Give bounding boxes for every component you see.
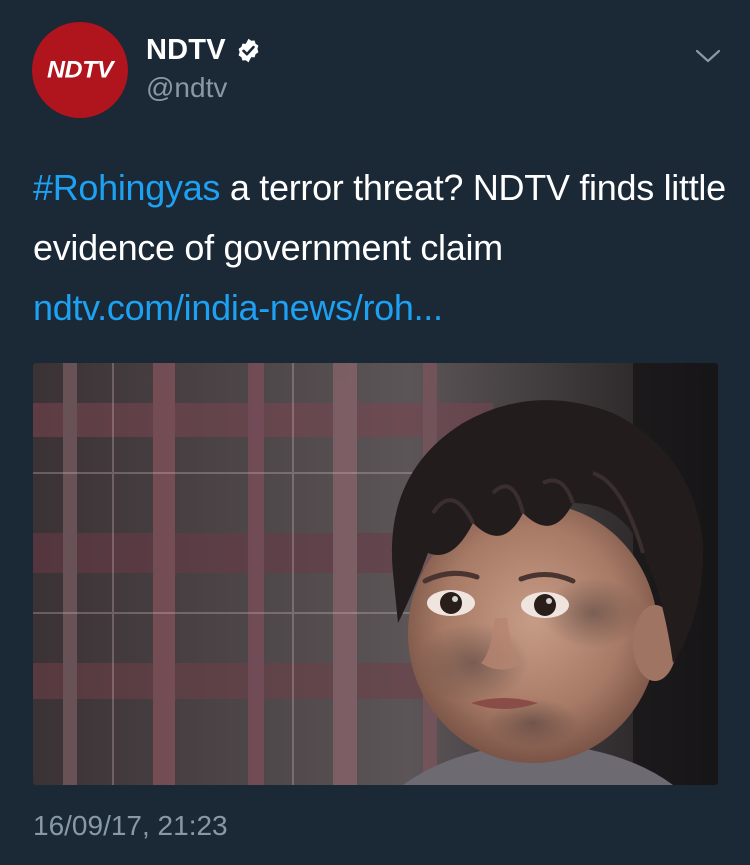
handle[interactable]: @ndtv: [146, 72, 227, 104]
author-name-row[interactable]: NDTV: [146, 34, 262, 67]
avatar[interactable]: NDTV: [32, 22, 128, 118]
tweet-text: #Rohingyas a terror threat? NDTV finds l…: [33, 158, 733, 338]
article-link[interactable]: ndtv.com/india-news/roh...: [33, 278, 733, 338]
verified-badge-icon: [238, 38, 259, 63]
hashtag-link[interactable]: #Rohingyas: [33, 167, 220, 208]
display-name[interactable]: NDTV: [146, 34, 226, 67]
photo-child-icon: [33, 363, 718, 785]
tweet-photo[interactable]: [33, 363, 718, 785]
timestamp[interactable]: 16/09/17, 21:23: [33, 810, 228, 842]
avatar-logo: NDTV: [46, 56, 114, 83]
tweet: NDTV NDTV @ndtv #Rohingyas a terror thre…: [0, 0, 750, 865]
chevron-down-icon[interactable]: [692, 40, 724, 72]
